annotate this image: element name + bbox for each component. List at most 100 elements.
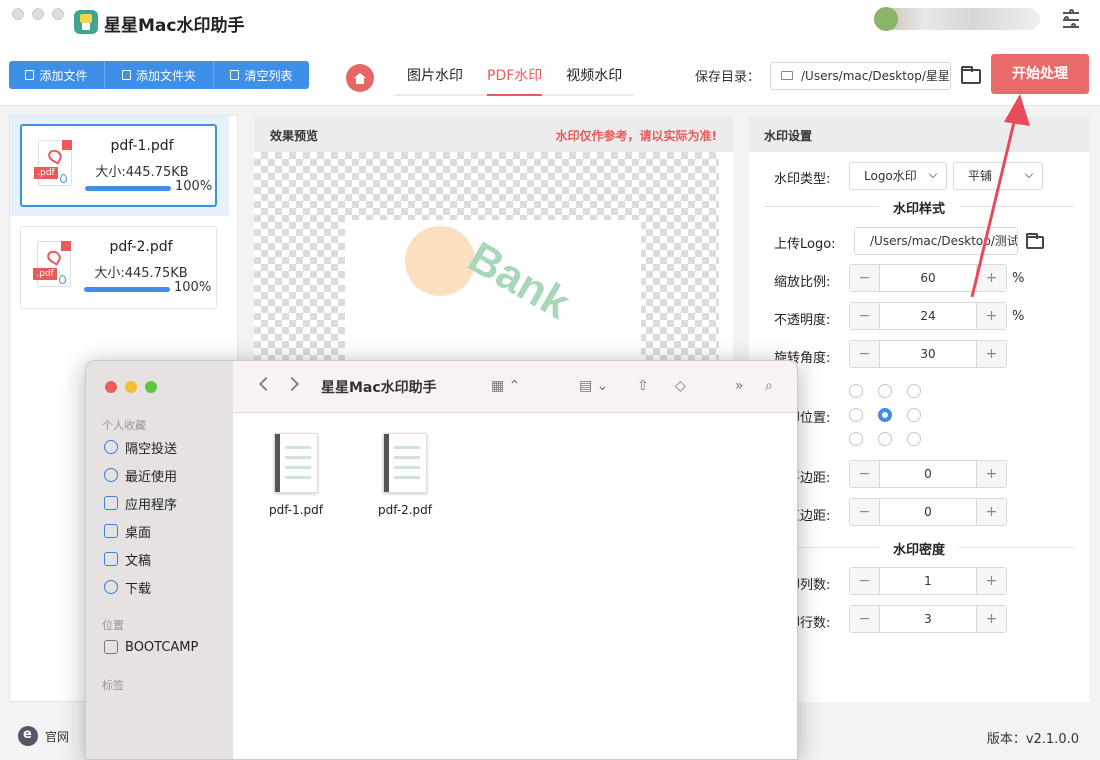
decrement-button[interactable]: −	[850, 303, 880, 329]
decrement-button[interactable]: −	[850, 461, 880, 487]
opacity-value[interactable]: 24	[880, 303, 976, 329]
position-radio[interactable]	[907, 384, 921, 398]
disk-icon	[104, 640, 118, 654]
tab-image-watermark[interactable]: 图片水印	[395, 60, 475, 94]
rotation-stepper[interactable]: − 30 +	[849, 340, 1007, 368]
sidebar-item-desktop[interactable]: 桌面	[104, 521, 151, 541]
clock-icon	[104, 468, 118, 482]
sidebar-item-documents[interactable]: 文稿	[104, 549, 151, 569]
hmargin-value[interactable]: 0	[880, 461, 976, 487]
position-radio[interactable]	[849, 384, 863, 398]
share-icon[interactable]: ⇧	[637, 378, 649, 394]
sidebar-item-downloads[interactable]: 下载	[104, 577, 151, 597]
forward-icon[interactable]	[284, 376, 300, 392]
tab-pdf-watermark[interactable]: PDF水印	[475, 60, 554, 96]
more-icon[interactable]: »	[735, 378, 744, 394]
increment-button[interactable]: +	[976, 341, 1006, 367]
decrement-button[interactable]: −	[850, 341, 880, 367]
sidebar-item-label: 最近使用	[125, 469, 178, 485]
add-folder-button[interactable]: 添加文件夹	[105, 61, 214, 89]
watermark-logo-icon	[405, 226, 475, 296]
zoom-window-button[interactable]	[145, 381, 157, 393]
zoom-window-button[interactable]	[52, 8, 64, 20]
watermark-type-select[interactable]: Logo水印	[849, 162, 947, 190]
vmargin-stepper[interactable]: − 0 +	[849, 498, 1007, 526]
save-path-field[interactable]: /Users/mac/Desktop/星星	[770, 62, 951, 90]
settings-sliders-icon[interactable]	[1060, 9, 1082, 30]
increment-button[interactable]: +	[976, 303, 1006, 329]
hmargin-stepper[interactable]: − 0 +	[849, 460, 1007, 488]
cols-value[interactable]: 1	[880, 568, 976, 594]
decrement-button[interactable]: −	[850, 568, 880, 594]
tab-video-watermark[interactable]: 视频水印	[554, 60, 634, 94]
position-radio[interactable]	[849, 432, 863, 446]
vmargin-value[interactable]: 0	[880, 499, 976, 525]
sidebar-item-airdrop[interactable]: 隔空投送	[104, 437, 177, 457]
settings-title: 水印设置	[764, 129, 813, 143]
website-link[interactable]: 官网	[45, 728, 69, 745]
increment-button[interactable]: +	[976, 499, 1006, 525]
opacity-stepper[interactable]: − 24 +	[849, 302, 1007, 330]
grid-view-icon[interactable]: ▦ ⌃	[491, 378, 520, 394]
group-icon[interactable]: ▤ ⌄	[579, 378, 608, 394]
tag-icon[interactable]: ◇	[675, 378, 686, 394]
file-card[interactable]: .pdf pdf-1.pdf 大小:445.75KB 100%	[20, 124, 217, 207]
file-size: 大小:445.75KB	[95, 165, 189, 180]
position-radio[interactable]	[849, 408, 863, 422]
pdf-file-icon: .pdf	[33, 241, 75, 293]
pdf-thumbnail	[274, 433, 318, 493]
watermark-tabs: 图片水印 PDF水印 视频水印	[395, 60, 635, 96]
rows-stepper[interactable]: − 3 +	[849, 605, 1007, 633]
home-icon[interactable]	[346, 64, 374, 92]
minimize-window-button[interactable]	[125, 381, 137, 393]
progress-bar	[85, 186, 171, 191]
close-window-button[interactable]	[105, 381, 117, 393]
file-card[interactable]: .pdf pdf-2.pdf 大小:445.75KB 100%	[20, 226, 217, 309]
back-icon[interactable]	[258, 376, 274, 392]
sidebar-item-bootcamp[interactable]: BOOTCAMP	[104, 637, 198, 657]
finder-file-item[interactable]: pdf-1.pdf	[246, 433, 346, 517]
position-radio[interactable]	[907, 408, 921, 422]
website-icon[interactable]	[18, 726, 38, 746]
rows-value[interactable]: 3	[880, 606, 976, 632]
app-title: 星星Mac水印助手	[104, 16, 245, 36]
sidebar-item-label: 下载	[125, 581, 152, 597]
start-processing-button[interactable]: 开始处理	[991, 54, 1089, 94]
user-account-blurred[interactable]	[874, 8, 1040, 30]
decrement-button[interactable]: −	[850, 265, 880, 291]
increment-button[interactable]: +	[976, 606, 1006, 632]
clear-list-button[interactable]: 清空列表	[214, 61, 309, 89]
cols-stepper[interactable]: − 1 +	[849, 567, 1007, 595]
sidebar-item-applications[interactable]: 应用程序	[104, 493, 177, 513]
browse-folder-icon[interactable]	[961, 66, 981, 84]
finder-sidebar: 个人收藏 隔空投送 最近使用 应用程序 桌面 文稿 下载 位置 BOOTCAMP…	[86, 361, 233, 759]
file-size: 大小:445.75KB	[94, 266, 188, 281]
avatar[interactable]	[874, 7, 898, 31]
folder-icon	[121, 70, 131, 80]
clear-list-label: 清空列表	[244, 68, 293, 83]
position-radio-selected[interactable]	[878, 408, 892, 422]
progress-fill	[85, 186, 171, 191]
decrement-button[interactable]: −	[850, 499, 880, 525]
increment-button[interactable]: +	[976, 568, 1006, 594]
progress-fill	[84, 287, 170, 292]
increment-button[interactable]: +	[976, 461, 1006, 487]
minimize-window-button[interactable]	[32, 8, 44, 20]
rotation-value[interactable]: 30	[880, 341, 976, 367]
add-file-button[interactable]: 添加文件	[9, 61, 105, 89]
trash-icon	[230, 70, 240, 80]
finder-file-item[interactable]: pdf-2.pdf	[355, 433, 455, 517]
title-bar: 星星Mac水印助手	[0, 0, 1100, 46]
position-radio[interactable]	[907, 432, 921, 446]
search-icon[interactable]: ⌕	[765, 378, 773, 394]
density-section-title: 水印密度	[878, 539, 960, 558]
add-folder-label: 添加文件夹	[135, 68, 196, 83]
decrement-button[interactable]: −	[850, 606, 880, 632]
sidebar-item-recents[interactable]: 最近使用	[104, 465, 177, 485]
preview-header: 效果预览 水印仅作参考，请以实际为准!	[254, 116, 733, 152]
add-file-label: 添加文件	[39, 68, 88, 83]
position-radio[interactable]	[878, 432, 892, 446]
position-radio[interactable]	[878, 384, 892, 398]
window-controls	[12, 8, 64, 20]
close-window-button[interactable]	[12, 8, 24, 20]
